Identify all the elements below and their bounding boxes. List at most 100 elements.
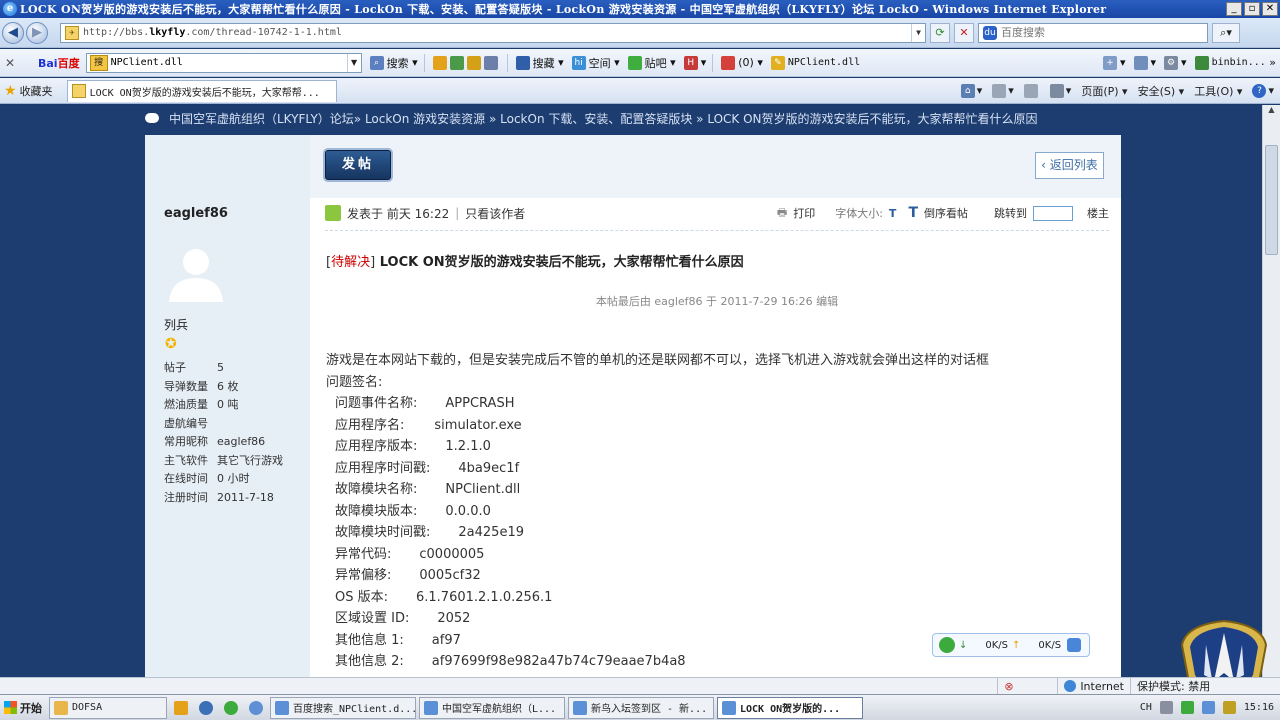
baidu-paw-icon: du bbox=[983, 25, 997, 40]
toolbar-settings-button[interactable]: ⚙ ▾ bbox=[1164, 55, 1187, 70]
error-detail-value: af97699f98e982a47b74c79eaae7b4a8 bbox=[431, 654, 686, 669]
window-titlebar[interactable]: e LOCK ON贺岁版的游戏安装后不能玩，大家帮帮忙看什么原因 - LockO… bbox=[0, 0, 1280, 18]
mail-button[interactable] bbox=[1023, 83, 1040, 98]
toolbar-hi-button[interactable]: H ▾ bbox=[683, 55, 706, 70]
scroll-up-icon[interactable]: ▲ bbox=[1263, 105, 1280, 121]
error-detail-value: simulator.exe bbox=[434, 417, 522, 433]
quick-launch-2[interactable] bbox=[195, 697, 217, 719]
stop-icon[interactable]: ✕ bbox=[954, 22, 974, 43]
help-button[interactable]: ? ▾ bbox=[1252, 83, 1274, 98]
toolbar-collect-button[interactable]: 搜藏 ▾ bbox=[515, 55, 564, 71]
search-box[interactable]: du bbox=[978, 22, 1208, 43]
browser-tab[interactable]: LOCK ON贺岁版的游戏安装后不能玩，大家帮帮... bbox=[66, 79, 337, 102]
vertical-scrollbar[interactable]: ▲ bbox=[1262, 105, 1280, 677]
favorites-button[interactable]: 收藏夹 bbox=[20, 83, 53, 99]
clock[interactable]: 15:16 bbox=[1244, 702, 1274, 713]
history-icon[interactable]: 搜 bbox=[89, 54, 108, 71]
error-detail-row: 异常代码: c0000005 bbox=[335, 544, 989, 566]
download-speed: 0K/S bbox=[985, 639, 1009, 651]
toolbar-tieba-button[interactable]: 贴吧 ▾ bbox=[627, 55, 676, 71]
only-author-link[interactable]: 只看该作者 bbox=[465, 205, 525, 222]
toolbar-search-input[interactable] bbox=[110, 57, 347, 68]
address-bar[interactable]: ✈ http://bbs.lkyfly.com/thread-10742-1-1… bbox=[60, 22, 926, 43]
zone-indicator[interactable]: Internet bbox=[1057, 678, 1130, 694]
task-newbie[interactable]: 新鸟入坛签到区 - 新... bbox=[568, 696, 714, 719]
home-button[interactable]: ⌂ ▾ bbox=[960, 83, 982, 98]
address-url[interactable]: http://bbs.lkyfly.com/thread-10742-1-1.h… bbox=[83, 27, 911, 38]
knowledge-icon bbox=[466, 55, 481, 70]
error-detail-row: 应用程序版本: 1.2.1.0 bbox=[335, 436, 989, 458]
error-detail-key: 故障模块版本: bbox=[335, 503, 418, 519]
print-link[interactable]: 打印 bbox=[793, 205, 815, 221]
back-to-list-button[interactable]: ‹ 返回列表 bbox=[1035, 152, 1104, 179]
taskbar: 开始 DOFSA 百度搜索_NPClient.d... 中国空军虚航组织（L..… bbox=[0, 694, 1280, 720]
minimize-button[interactable]: _ bbox=[1226, 2, 1242, 16]
print-toolbar-button[interactable]: ▾ bbox=[1049, 83, 1071, 98]
speed-widget[interactable]: ↓ 0K/S ↑ 0K/S bbox=[932, 633, 1090, 657]
toolbar-user-button[interactable]: binbin... » bbox=[1194, 55, 1276, 70]
error-detail-value: 1.2.1.0 bbox=[445, 439, 491, 454]
meta-divider bbox=[325, 230, 1109, 231]
language-indicator[interactable]: CH bbox=[1140, 702, 1152, 713]
volume-icon[interactable] bbox=[1222, 701, 1236, 714]
forward-nav-button[interactable]: ▶ bbox=[26, 21, 48, 44]
toolbar-quick-icons[interactable] bbox=[432, 55, 501, 70]
search-go-button[interactable]: ⌕▾ bbox=[1212, 22, 1240, 43]
toolbar-add-button[interactable]: + ▾ bbox=[1102, 55, 1126, 70]
back-nav-button[interactable]: ◀ bbox=[2, 21, 24, 44]
task-lockon[interactable]: LOCK ON贺岁版的... bbox=[717, 696, 863, 719]
toolbar-highlight-button[interactable]: ✎ NPClient.dll bbox=[770, 55, 860, 70]
baidu-logo[interactable]: Bai百度 bbox=[38, 55, 80, 71]
page-viewport: 中国空军虚航组织（LKYFLY）论坛» LockOn 游戏安装资源 » Lock… bbox=[0, 105, 1262, 677]
maximize-button[interactable]: ▫ bbox=[1244, 2, 1260, 16]
close-toolbar-icon[interactable]: ✕ bbox=[0, 56, 20, 70]
start-button[interactable]: 开始 bbox=[0, 697, 46, 719]
error-detail-row: 区域设置 ID: 2052 bbox=[335, 608, 989, 630]
new-post-button[interactable]: 发帖 bbox=[325, 150, 391, 180]
quick-launch-1[interactable] bbox=[170, 697, 192, 719]
tools-menu[interactable]: 工具(O) ▾ bbox=[1194, 83, 1242, 99]
address-dropdown-icon[interactable]: ▼ bbox=[911, 23, 925, 42]
magnifier-icon: ⌕ bbox=[369, 55, 384, 70]
author-stats: 帖子 5 导弹数量 6 枚 燃油质量 0 吨 虚航编号 常用昵称 eaglef86 主飞… bbox=[164, 361, 283, 504]
favorites-star-icon[interactable]: ★ bbox=[4, 83, 17, 99]
status-badge[interactable]: 待解决 bbox=[331, 255, 370, 270]
edit-note: 本帖最后由 eaglef86 于 2011-7-29 16:26 编辑 bbox=[595, 295, 839, 308]
toolbar-search-field[interactable]: 搜 ▼ bbox=[85, 52, 362, 73]
quick-launch-4[interactable] bbox=[245, 697, 267, 719]
protected-mode[interactable]: 保护模式: 禁用 bbox=[1130, 678, 1280, 694]
toolbar-messages-button[interactable]: (0) ▾ bbox=[721, 55, 763, 70]
refresh-icon[interactable]: ⟳ bbox=[930, 22, 950, 43]
feeds-button[interactable]: ▾ bbox=[992, 83, 1014, 98]
reverse-order-link[interactable]: 倒序看帖 bbox=[924, 205, 968, 221]
font-small-button[interactable]: T bbox=[889, 207, 897, 220]
network-icon[interactable] bbox=[1201, 701, 1215, 714]
scroll-thumb[interactable] bbox=[1265, 145, 1278, 255]
toolbar-dropdown-icon[interactable]: ▼ bbox=[346, 53, 361, 72]
error-detail-key: OS 版本: bbox=[335, 589, 388, 605]
close-window-button[interactable]: ✕ bbox=[1262, 2, 1278, 16]
print-icon[interactable]: 🖶 bbox=[777, 204, 787, 223]
avatar[interactable] bbox=[165, 240, 227, 302]
toolbar-search-button[interactable]: ⌕ 搜索 ▾ bbox=[369, 55, 418, 71]
rank-star-icon: ✪ bbox=[165, 336, 177, 352]
message-icon bbox=[721, 55, 736, 70]
quick-launch-3[interactable] bbox=[220, 697, 242, 719]
search-input[interactable] bbox=[1001, 26, 1191, 39]
breadcrumb-links[interactable]: 中国空军虚航组织（LKYFLY）论坛» LockOn 游戏安装资源 » Lock… bbox=[169, 110, 1038, 127]
toolbar-space-button[interactable]: hi 空间 ▾ bbox=[571, 55, 620, 71]
safety-menu[interactable]: 安全(S) ▾ bbox=[1138, 83, 1185, 99]
author-name[interactable]: eaglef86 bbox=[164, 206, 228, 221]
task-dofsa[interactable]: DOFSA bbox=[49, 696, 167, 719]
page-menu[interactable]: 页面(P) ▾ bbox=[1081, 83, 1127, 99]
tab-favicon-icon bbox=[71, 84, 86, 98]
online-user-icon bbox=[325, 205, 341, 221]
toolbar-layout-button[interactable]: ▾ bbox=[1133, 55, 1156, 70]
keyboard-icon[interactable] bbox=[1159, 701, 1173, 714]
jump-floor-input[interactable] bbox=[1033, 205, 1073, 221]
font-large-button[interactable]: T bbox=[908, 205, 918, 221]
accelerator-tray-icon[interactable] bbox=[1180, 701, 1194, 714]
error-detail-value: 2052 bbox=[437, 611, 471, 626]
task-baidu[interactable]: 百度搜索_NPClient.d... bbox=[270, 696, 416, 719]
task-lkyfly[interactable]: 中国空军虚航组织（L... bbox=[419, 696, 565, 719]
